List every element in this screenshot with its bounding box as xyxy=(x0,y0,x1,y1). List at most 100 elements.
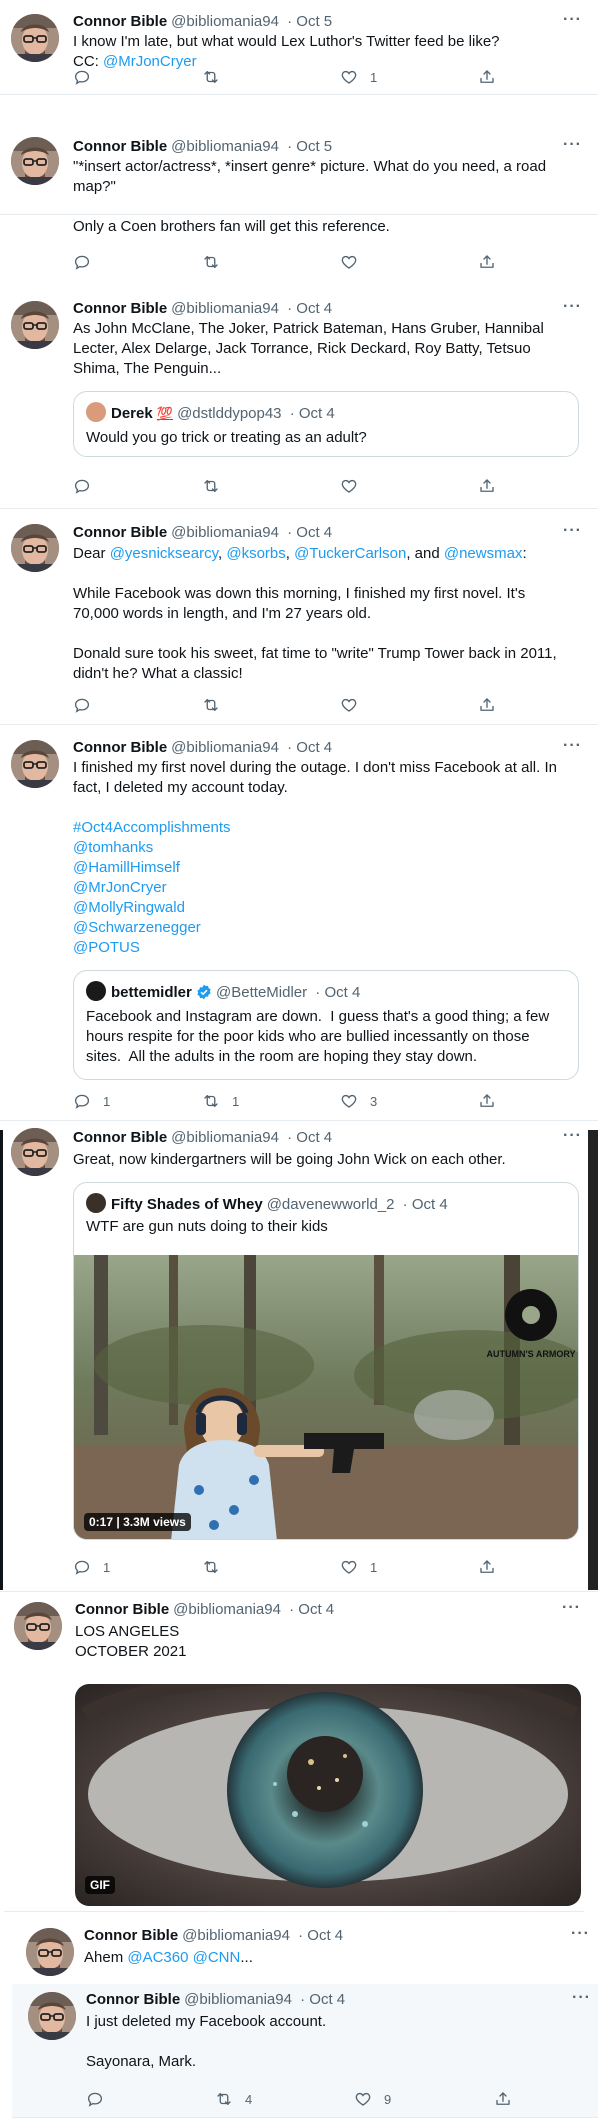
author-handle[interactable]: @bibliomania94 xyxy=(173,1601,281,1618)
avatar[interactable] xyxy=(11,14,59,62)
avatar[interactable] xyxy=(11,524,59,572)
author-name[interactable]: Connor Bible xyxy=(73,1129,167,1146)
tweet-date[interactable]: · Oct 4 xyxy=(287,739,332,756)
retweet-button[interactable] xyxy=(202,253,220,271)
quoted-tweet[interactable]: Fifty Shades of Whey @davenewworld_2 · Oc… xyxy=(73,1182,579,1540)
tweet[interactable]: Connor Bible @bibliomania94 · Oct 4 ··· L… xyxy=(4,1592,584,1912)
more-options-icon[interactable]: ··· xyxy=(563,299,582,315)
tweet[interactable]: Connor Bible @bibliomania94 · Oct 5 ··· "… xyxy=(0,125,598,215)
mention-link[interactable]: @ksorbs xyxy=(226,545,285,562)
tweet[interactable]: Connor Bible @bibliomania94 · Oct 4 ··· I… xyxy=(12,1984,598,2118)
more-options-icon[interactable]: ··· xyxy=(563,523,582,539)
like-button[interactable]: 1 xyxy=(340,68,377,86)
reply-button[interactable] xyxy=(73,477,91,495)
avatar[interactable] xyxy=(14,1602,62,1650)
more-options-icon[interactable]: ··· xyxy=(572,1990,591,2006)
avatar[interactable] xyxy=(11,137,59,185)
share-button[interactable] xyxy=(478,253,496,271)
reply-button[interactable]: 1 xyxy=(73,1558,110,1576)
author-handle[interactable]: @bibliomania94 xyxy=(171,739,279,756)
mention-link[interactable]: @MrJonCryer xyxy=(73,878,231,898)
mention-link[interactable]: @CNN xyxy=(193,1949,241,1966)
author-name[interactable]: Connor Bible xyxy=(73,739,167,756)
like-button[interactable] xyxy=(340,253,358,271)
author-handle[interactable]: @bibliomania94 xyxy=(182,1927,290,1944)
more-options-icon[interactable]: ··· xyxy=(571,1926,590,1942)
share-button[interactable] xyxy=(478,68,496,86)
gif-media[interactable]: GIF xyxy=(75,1684,581,1906)
more-options-icon[interactable]: ··· xyxy=(563,738,582,754)
retweet-button[interactable]: 1 xyxy=(202,1092,239,1110)
hashtag-link[interactable]: #Oct4Accomplishments xyxy=(73,818,231,838)
more-options-icon[interactable]: ··· xyxy=(563,137,582,153)
author-handle[interactable]: @bibliomania94 xyxy=(184,1991,292,2008)
author-handle[interactable]: @bibliomania94 xyxy=(171,138,279,155)
share-button[interactable] xyxy=(494,2090,512,2108)
share-button[interactable] xyxy=(478,1092,496,1110)
author-name[interactable]: Connor Bible xyxy=(73,138,167,155)
reply-button[interactable] xyxy=(86,2090,104,2108)
tweet[interactable]: Connor Bible @bibliomania94 · Oct 4 ··· G… xyxy=(0,1122,598,1592)
like-button[interactable] xyxy=(340,696,358,714)
author-name[interactable]: Connor Bible xyxy=(73,300,167,317)
like-button[interactable] xyxy=(340,477,358,495)
retweet-button[interactable]: 4 xyxy=(215,2090,252,2108)
like-button[interactable]: 9 xyxy=(354,2090,391,2108)
avatar[interactable] xyxy=(11,1128,59,1176)
video-player[interactable]: AUTUMN'S ARMORY 0:17 | 3.3M views xyxy=(74,1255,578,1539)
author-name[interactable]: Connor Bible xyxy=(86,1991,180,2008)
avatar[interactable] xyxy=(11,301,59,349)
mention-link[interactable]: @yesnicksearcy xyxy=(110,545,218,562)
tweet-date[interactable]: · Oct 4 xyxy=(289,1601,334,1618)
tweet-date[interactable]: · Oct 4 xyxy=(298,1927,343,1944)
share-button[interactable] xyxy=(478,696,496,714)
author-name[interactable]: Connor Bible xyxy=(73,524,167,541)
quoted-tweet[interactable]: Derek 💯 @dstlddypop43 · Oct 4 Would you g… xyxy=(73,391,579,457)
more-options-icon[interactable]: ··· xyxy=(563,1128,582,1144)
mention-link[interactable]: @AC360 xyxy=(127,1949,188,1966)
mention-link[interactable]: @TuckerCarlson xyxy=(294,545,406,562)
author-name[interactable]: Connor Bible xyxy=(73,13,167,30)
retweet-button[interactable] xyxy=(202,68,220,86)
mention-link[interactable]: @HamillHimself xyxy=(73,858,231,878)
tweet-date[interactable]: · Oct 4 xyxy=(300,1991,345,2008)
tweet-date[interactable]: · Oct 5 xyxy=(287,13,332,30)
tweet[interactable]: Connor Bible @bibliomania94 · Oct 4 ··· I… xyxy=(0,726,598,1121)
tweet[interactable]: Connor Bible @bibliomania94 · Oct 4 ··· A… xyxy=(0,287,598,509)
tweet[interactable]: Connor Bible @bibliomania94 · Oct 5 ··· I… xyxy=(0,0,598,95)
reply-button[interactable] xyxy=(73,68,91,86)
author-handle[interactable]: @bibliomania94 xyxy=(171,1129,279,1146)
author-handle[interactable]: @bibliomania94 xyxy=(171,300,279,317)
mention-link[interactable]: @newsmax xyxy=(444,545,523,562)
tweet-date[interactable]: · Oct 4 xyxy=(287,524,332,541)
quoted-tweet[interactable]: bettemidler @BetteMidler · Oct 4 Faceboo… xyxy=(73,970,579,1080)
author-name[interactable]: Connor Bible xyxy=(75,1601,169,1618)
mention-link[interactable]: @Schwarzenegger xyxy=(73,918,231,938)
author-handle[interactable]: @bibliomania94 xyxy=(171,524,279,541)
more-options-icon[interactable]: ··· xyxy=(562,1600,581,1616)
mention-link[interactable]: @MollyRingwald xyxy=(73,898,231,918)
tweet-date[interactable]: · Oct 5 xyxy=(287,138,332,155)
reply-button[interactable] xyxy=(73,696,91,714)
like-button[interactable]: 1 xyxy=(340,1558,377,1576)
avatar[interactable] xyxy=(11,740,59,788)
mention-link[interactable]: @tomhanks xyxy=(73,838,231,858)
author-handle[interactable]: @bibliomania94 xyxy=(171,13,279,30)
more-options-icon[interactable]: ··· xyxy=(563,12,582,28)
reply-button[interactable] xyxy=(73,253,91,271)
tweet-date[interactable]: · Oct 4 xyxy=(287,300,332,317)
like-button[interactable]: 3 xyxy=(340,1092,377,1110)
author-name[interactable]: Connor Bible xyxy=(84,1927,178,1944)
share-button[interactable] xyxy=(478,1558,496,1576)
avatar[interactable] xyxy=(26,1928,74,1976)
retweet-button[interactable] xyxy=(202,1558,220,1576)
mention-link[interactable]: @POTUS xyxy=(73,938,231,958)
tweet[interactable]: Connor Bible @bibliomania94 · Oct 4 ··· A… xyxy=(16,1918,590,1988)
retweet-button[interactable] xyxy=(202,477,220,495)
share-button[interactable] xyxy=(478,477,496,495)
avatar[interactable] xyxy=(28,1992,76,2040)
retweet-button[interactable] xyxy=(202,696,220,714)
reply-button[interactable]: 1 xyxy=(73,1092,110,1110)
tweet-date[interactable]: · Oct 4 xyxy=(287,1129,332,1146)
tweet[interactable]: Connor Bible @bibliomania94 · Oct 4 ··· D… xyxy=(0,510,598,725)
